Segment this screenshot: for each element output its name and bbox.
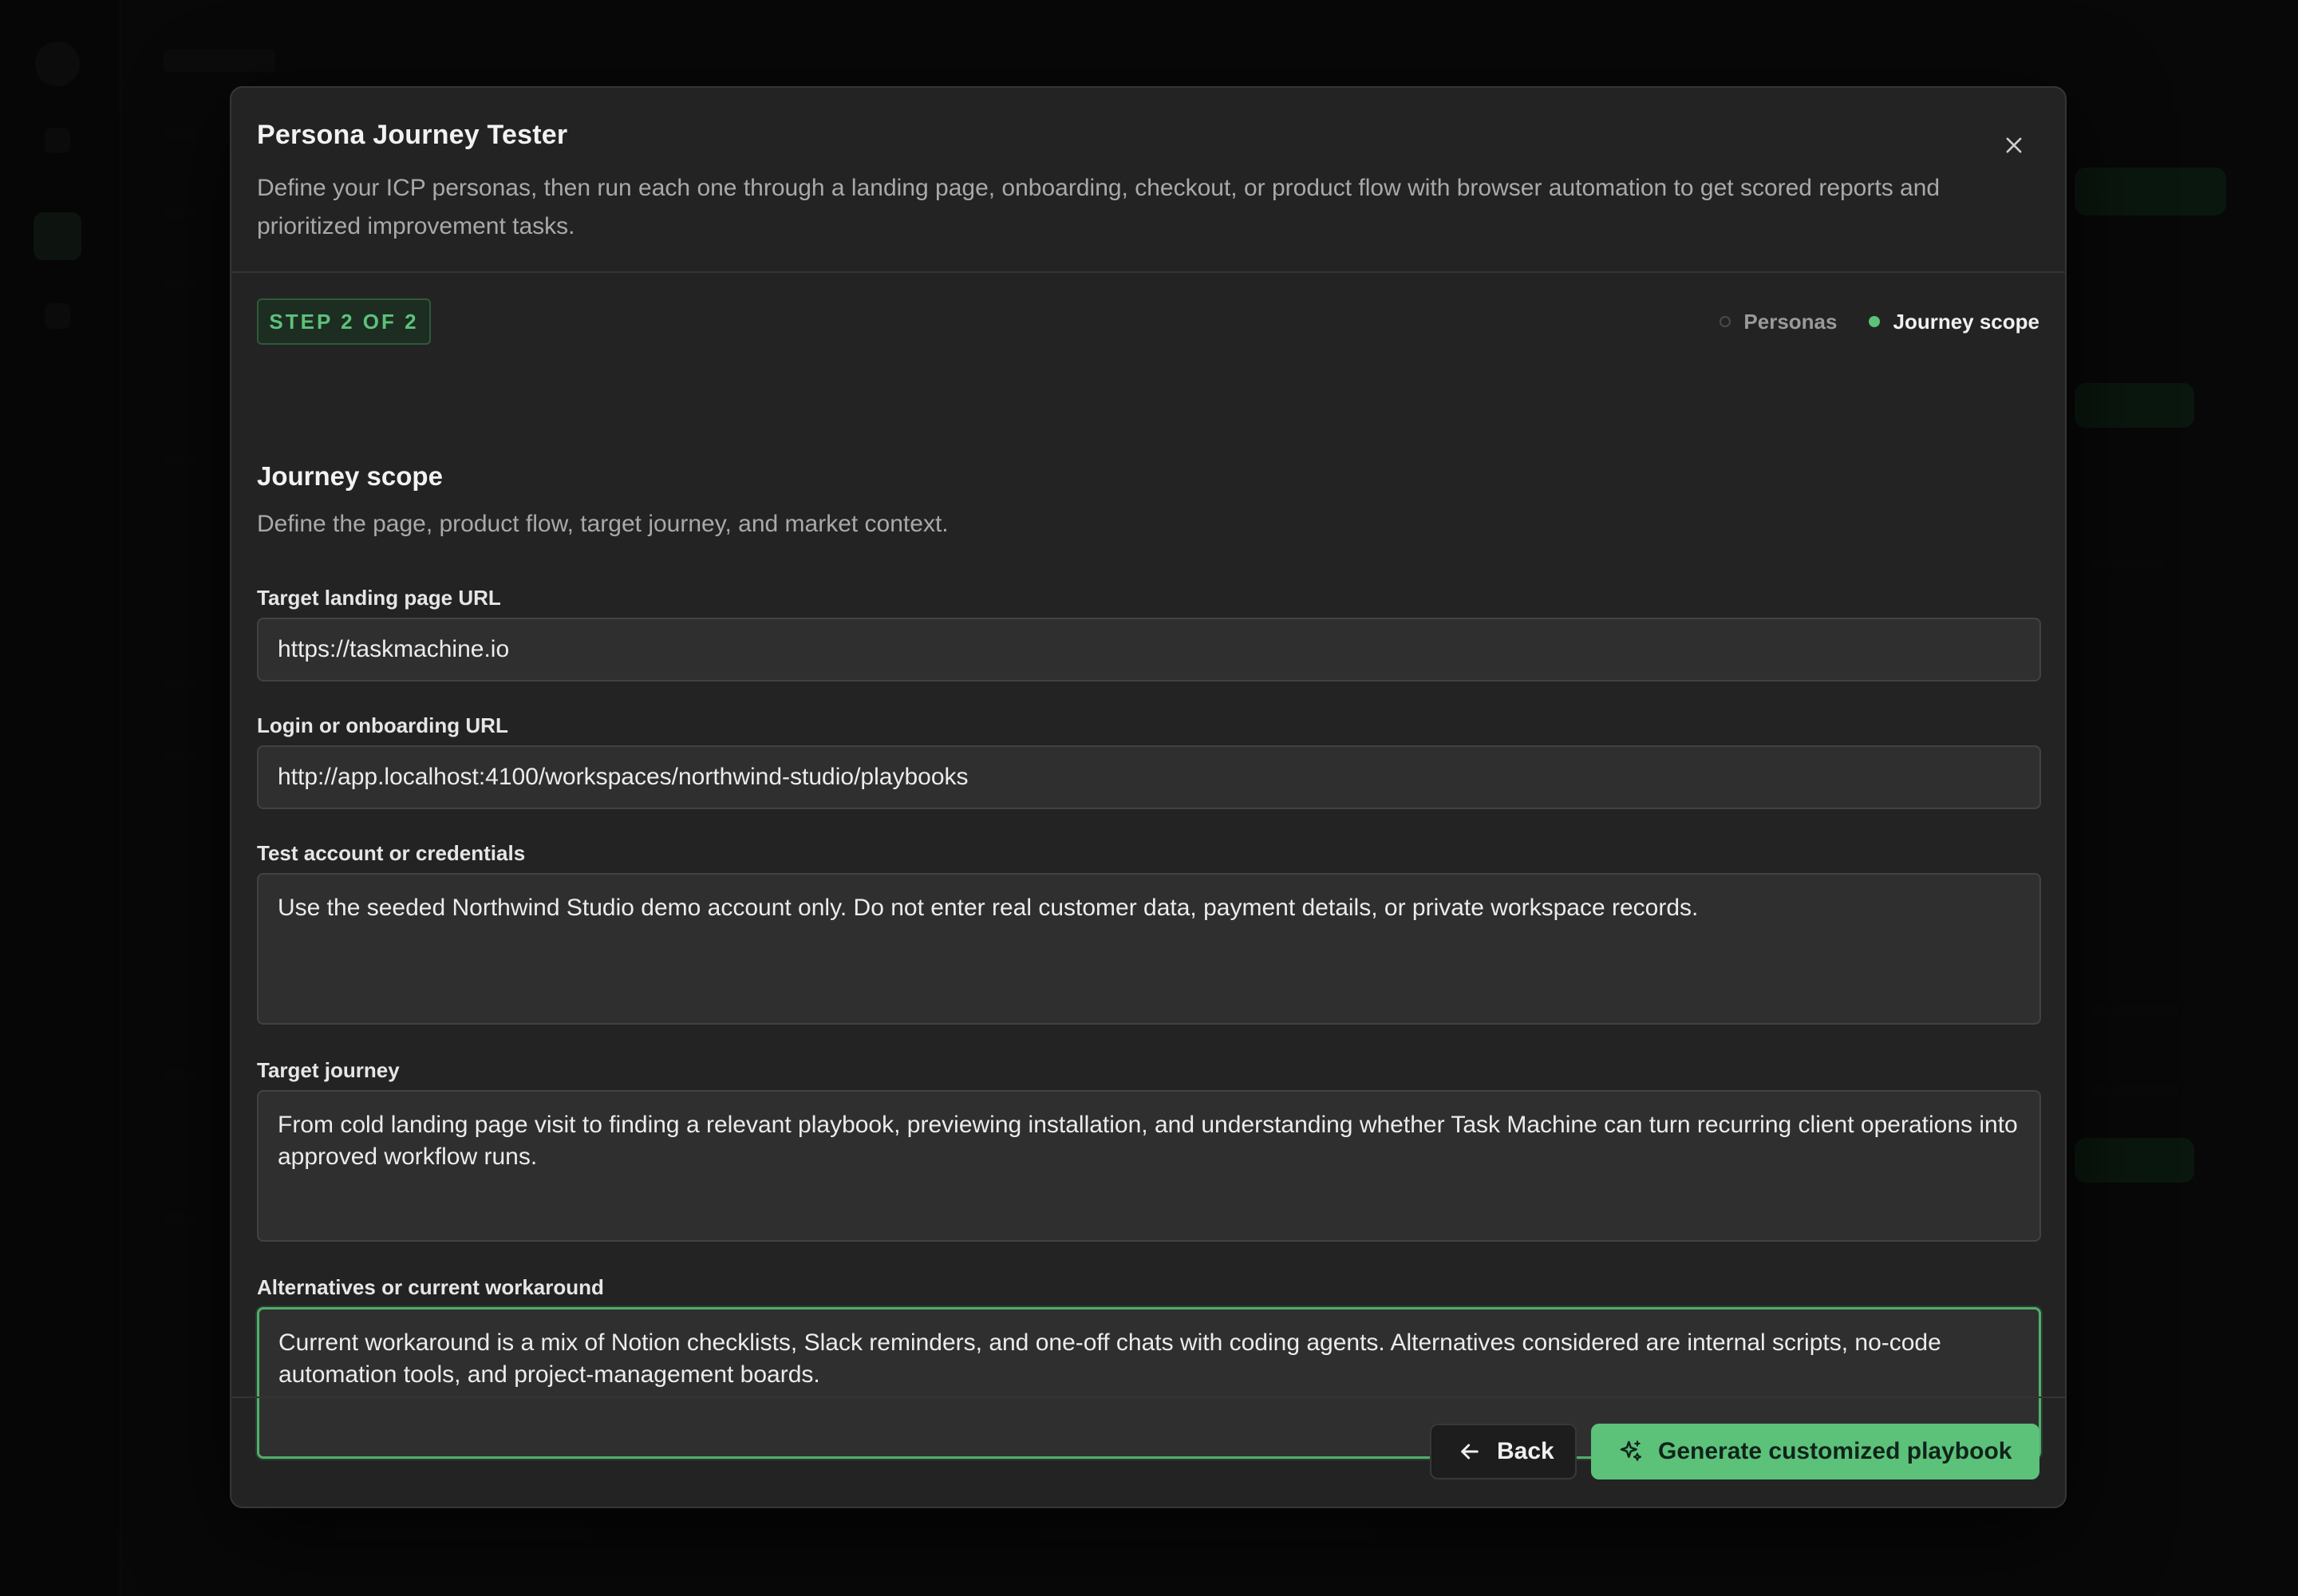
step-dot-icon xyxy=(1869,316,1881,327)
step-indicator: Personas Journey scope xyxy=(1720,305,2039,338)
back-button-label: Back xyxy=(1497,1438,1554,1464)
back-button[interactable]: Back xyxy=(1430,1424,1577,1479)
credentials-textarea[interactable]: Use the seeded Northwind Studio demo acc… xyxy=(257,873,2041,1025)
login-url-input[interactable] xyxy=(257,745,2041,809)
arrow-left-icon xyxy=(1461,1444,1479,1460)
dialog-description: Define your ICP personas, then run each … xyxy=(257,175,1941,239)
section-title: Journey scope xyxy=(257,461,443,491)
credentials-label: Test account or credentials xyxy=(257,841,526,865)
persona-journey-dialog: Persona Journey Tester Define your ICP p… xyxy=(230,86,2067,1508)
close-button[interactable] xyxy=(1992,123,2036,168)
landing-url-label: Target landing page URL xyxy=(257,586,501,610)
target-journey-textarea[interactable]: From cold landing page visit to finding … xyxy=(257,1090,2041,1242)
step-journey-scope[interactable]: Journey scope xyxy=(1869,310,2039,334)
dialog-title: Persona Journey Tester xyxy=(257,120,568,150)
generate-button-label: Generate customized playbook xyxy=(1658,1438,2012,1464)
step-badge: STEP 2 OF 2 xyxy=(257,298,431,345)
sparkles-icon xyxy=(1620,1440,1642,1461)
close-icon xyxy=(2006,137,2022,153)
step-label: Journey scope xyxy=(1893,309,2039,334)
alternatives-label: Alternatives or current workaround xyxy=(257,1275,604,1299)
step-label: Personas xyxy=(1743,309,1838,334)
dialog-header: Persona Journey Tester Define your ICP p… xyxy=(231,88,2065,273)
landing-url-input[interactable] xyxy=(257,618,2041,681)
generate-playbook-button[interactable]: Generate customized playbook xyxy=(1591,1424,2039,1479)
step-personas[interactable]: Personas xyxy=(1720,310,1837,334)
login-url-label: Login or onboarding URL xyxy=(257,713,508,737)
dialog-footer: Back Generate customized playbook xyxy=(231,1396,2065,1507)
step-dot-icon xyxy=(1720,316,1731,327)
target-journey-label: Target journey xyxy=(257,1058,400,1082)
section-description: Define the page, product flow, target jo… xyxy=(257,511,949,537)
